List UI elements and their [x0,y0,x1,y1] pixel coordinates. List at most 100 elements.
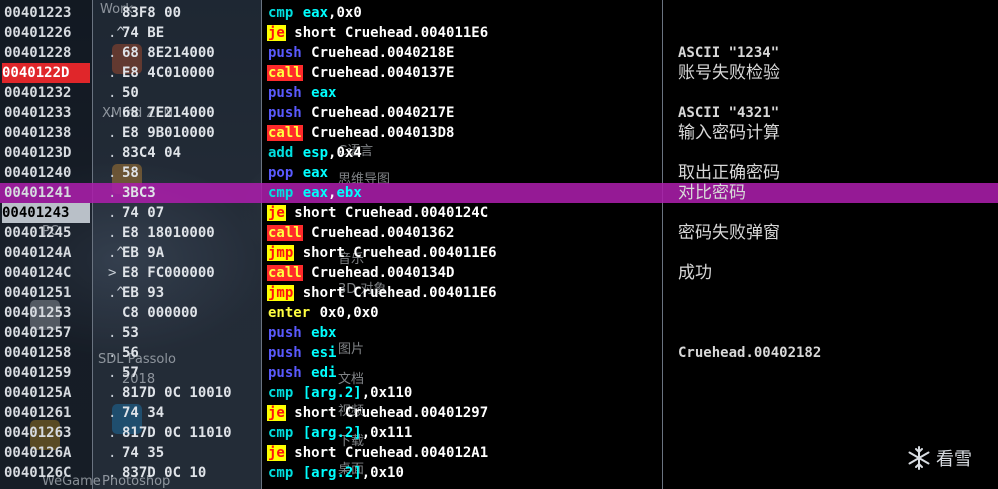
comment-cell[interactable] [678,203,998,223]
instruction-cell[interactable]: jmp short Cruehead.004011E6 [267,243,662,263]
instruction-cell[interactable]: cmp [arg.2],0x10 [267,463,662,483]
instruction-cell[interactable]: enter 0x0,0x0 [267,303,662,323]
address-cell[interactable]: 00401261 [4,403,90,423]
address-cell[interactable]: 00401259 [4,363,90,383]
instruction-cell[interactable]: call Cruehead.004013D8 [267,123,662,143]
instruction-cell[interactable]: pop eax [267,163,662,183]
address-cell[interactable]: 00401223 [4,3,90,23]
address-cell[interactable]: 00401263 [4,423,90,443]
comment-cell[interactable] [678,283,998,303]
address-cell[interactable]: 00401251 [4,283,90,303]
address-cell[interactable]: 00401240 [4,163,90,183]
comment-cell[interactable] [678,403,998,423]
address-cell[interactable]: 00401258 [4,343,90,363]
instruction-cell[interactable]: call Cruehead.0040134D [267,263,662,283]
disasm-row[interactable]: 0040126C. 837D 0C 10 cmp [arg.2],0x10 [0,463,998,483]
address-cell[interactable]: 0040123D [4,143,90,163]
disasm-row[interactable]: 0040123D. 83C4 04 add esp,0x4 [0,143,998,163]
address-cell[interactable]: 00401233 [4,103,90,123]
instruction-cell[interactable]: call Cruehead.0040137E [267,63,662,83]
hex-bytes-cell[interactable]: EB 9A [122,243,258,263]
instruction-cell[interactable]: add esp,0x4 [267,143,662,163]
comment-cell[interactable] [678,3,998,23]
instruction-cell[interactable]: jmp short Cruehead.004011E6 [267,283,662,303]
disasm-row[interactable]: 0040124C > E8 FC000000 call Cruehead.004013… [0,263,998,283]
hex-bytes-cell[interactable]: 68 8E214000 [122,43,258,63]
comment-cell[interactable] [678,323,998,343]
disasm-row[interactable]: 00401263. 817D 0C 11010 cmp [arg.2],0x111 [0,423,998,443]
address-cell[interactable]: 00401253 [4,303,90,323]
disasm-row[interactable]: 00401258. 56 push esi Cruehead.00402182 [0,343,998,363]
instruction-cell[interactable]: push esi [267,343,662,363]
disasm-row[interactable]: 00401253 C8 000000 enter 0x0,0x0 [0,303,998,323]
instruction-cell[interactable]: push ebx [267,323,662,343]
comment-cell[interactable] [678,423,998,443]
instruction-cell[interactable]: je short Cruehead.00401297 [267,403,662,423]
instruction-cell[interactable]: je short Cruehead.004012A1 [267,443,662,463]
disasm-row[interactable]: 00401251 .^ EB 93 jmp short Cruehead.004011… [0,283,998,303]
instruction-cell[interactable]: push Cruehead.0040217E [267,103,662,123]
hex-bytes-cell[interactable]: E8 4C010000 [122,63,258,83]
disasm-row[interactable]: 0040124A .^ EB 9A jmp short Cruehead.004011… [0,243,998,263]
comment-cell[interactable]: 密码失败弹窗 [678,223,998,243]
instruction-cell[interactable]: cmp eax,0x0 [267,3,662,23]
comment-cell[interactable] [678,243,998,263]
instruction-cell[interactable]: push edi [267,363,662,383]
hex-bytes-cell[interactable]: 83F8 00 [122,3,258,23]
disasm-row[interactable]: 00401238. E8 9B010000 call Cruehead.004013… [0,123,998,143]
comment-cell[interactable]: 账号失败检验 [678,63,998,83]
hex-bytes-cell[interactable]: 74 35 [122,443,258,463]
hex-bytes-cell[interactable]: 74 BE [122,23,258,43]
address-cell[interactable]: 00401243 [2,203,90,223]
comment-cell[interactable]: Cruehead.00402182 [678,343,998,363]
hex-bytes-cell[interactable]: 817D 0C 11010 [122,423,258,443]
disasm-row[interactable]: 00401233. 68 7E214000 push Cruehead.004021… [0,103,998,123]
hex-bytes-cell[interactable]: E8 9B010000 [122,123,258,143]
comment-cell[interactable]: 取出正确密码 [678,163,998,183]
address-cell[interactable]: 00401241 [4,183,90,203]
address-cell[interactable]: 00401228 [4,43,90,63]
hex-bytes-cell[interactable]: 50 [122,83,258,103]
hex-bytes-cell[interactable]: 83C4 04 [122,143,258,163]
hex-bytes-cell[interactable]: 817D 0C 10010 [122,383,258,403]
disasm-row[interactable]: 00401245. E8 18010000 call Cruehead.004013… [0,223,998,243]
hex-bytes-cell[interactable]: 68 7E214000 [122,103,258,123]
address-cell[interactable]: 00401226 [4,23,90,43]
hex-bytes-cell[interactable]: E8 18010000 [122,223,258,243]
instruction-cell[interactable]: cmp [arg.2],0x110 [267,383,662,403]
hex-bytes-cell[interactable]: 3BC3 [122,183,258,203]
disasm-row[interactable]: 0040126A. 74 35 je short Cruehead.004012A1 [0,443,998,463]
instruction-cell[interactable]: cmp eax,ebx [267,183,662,203]
instruction-cell[interactable]: call Cruehead.00401362 [267,223,662,243]
hex-bytes-cell[interactable]: EB 93 [122,283,258,303]
hex-bytes-cell[interactable]: C8 000000 [122,303,258,323]
disasm-row[interactable]: 00401261. 74 34 je short Cruehead.00401297 [0,403,998,423]
comment-cell[interactable] [678,383,998,403]
address-cell[interactable]: 00401238 [4,123,90,143]
disasm-row[interactable]: 00401259. 57 push edi [0,363,998,383]
hex-bytes-cell[interactable]: 837D 0C 10 [122,463,258,483]
disasm-row[interactable]: 00401257. 53 push ebx [0,323,998,343]
hex-bytes-cell[interactable]: 74 34 [122,403,258,423]
address-cell[interactable]: 0040126C [4,463,90,483]
address-cell[interactable]: 0040124A [4,243,90,263]
disasm-row[interactable]: 00401226 .^ 74 BE je short Cruehead.004011E… [0,23,998,43]
comment-cell[interactable] [678,363,998,383]
comment-cell[interactable] [678,83,998,103]
address-cell[interactable]: 00401232 [4,83,90,103]
disasm-row[interactable]: 00401240. 58 pop eax 取出正确密码 [0,163,998,183]
comment-cell[interactable]: ASCII "1234" [678,43,998,63]
hex-bytes-cell[interactable]: 53 [122,323,258,343]
disasm-row[interactable]: 0040122D. E8 4C010000 call Cruehead.004013… [0,63,998,83]
instruction-cell[interactable]: push Cruehead.0040218E [267,43,662,63]
hex-bytes-cell[interactable]: 56 [122,343,258,363]
disasm-row[interactable]: 00401228. 68 8E214000 push Cruehead.004021… [0,43,998,63]
comment-cell[interactable] [678,303,998,323]
comment-cell[interactable]: ASCII "4321" [678,103,998,123]
comment-cell[interactable] [678,143,998,163]
instruction-cell[interactable]: cmp [arg.2],0x111 [267,423,662,443]
disasm-row[interactable]: 00401232. 50 push eax [0,83,998,103]
address-cell[interactable]: 00401245 [4,223,90,243]
address-cell[interactable]: 0040124C [4,263,90,283]
address-cell[interactable]: 00401257 [4,323,90,343]
